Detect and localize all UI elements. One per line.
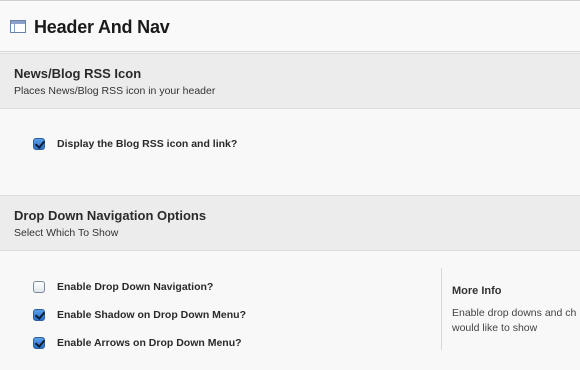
section-rss-header: News/Blog RSS Icon Places News/Blog RSS … xyxy=(0,53,580,109)
section-title: Drop Down Navigation Options xyxy=(14,208,207,223)
option-label: Enable Shadow on Drop Down Menu? xyxy=(57,309,246,321)
option-label: Display the Blog RSS icon and link? xyxy=(57,138,238,150)
option-enable-arrows[interactable]: Enable Arrows on Drop Down Menu? xyxy=(33,336,242,350)
section-description: Select Which To Show xyxy=(14,227,119,239)
option-enable-shadow[interactable]: Enable Shadow on Drop Down Menu? xyxy=(33,308,246,322)
section-description: Places News/Blog RSS icon in your header xyxy=(14,85,216,97)
shadow-checkbox[interactable] xyxy=(33,309,45,321)
more-info-text: Enable drop downs and ch would like to s… xyxy=(452,307,577,334)
window-icon xyxy=(10,20,26,33)
option-enable-dropdown[interactable]: Enable Drop Down Navigation? xyxy=(33,280,213,294)
info-divider xyxy=(441,268,442,350)
option-label: Enable Drop Down Navigation? xyxy=(57,281,214,293)
page-title: Header And Nav xyxy=(34,17,170,37)
page-header: Header And Nav xyxy=(0,0,580,52)
arrows-checkbox[interactable] xyxy=(33,337,45,349)
more-info-title: More Info xyxy=(452,285,502,297)
section-title: News/Blog RSS Icon xyxy=(14,66,142,81)
section-nav-header: Drop Down Navigation Options Select Whic… xyxy=(0,195,580,251)
rss-checkbox[interactable] xyxy=(33,138,45,150)
dropdown-checkbox[interactable] xyxy=(33,281,45,293)
option-label: Enable Arrows on Drop Down Menu? xyxy=(57,337,242,349)
option-display-rss[interactable]: Display the Blog RSS icon and link? xyxy=(33,137,237,151)
